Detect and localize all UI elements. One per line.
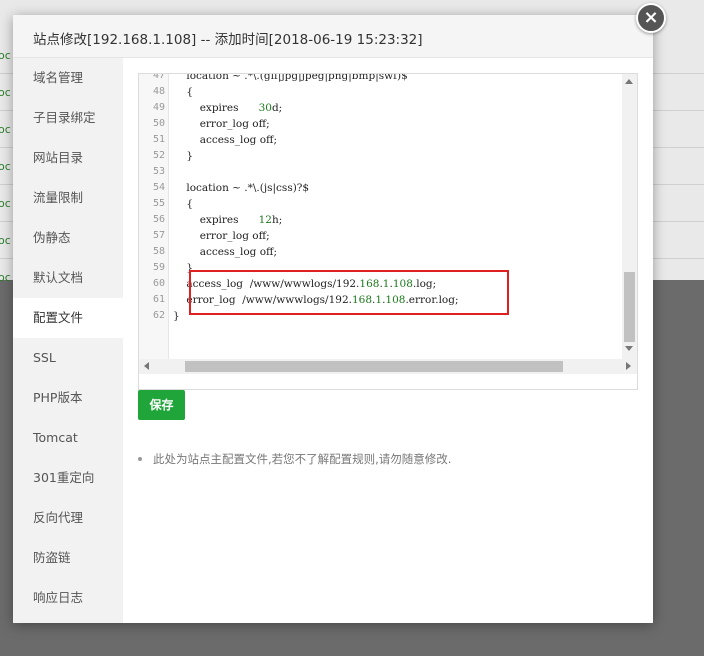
horizontal-scrollbar[interactable] xyxy=(139,359,637,374)
highlight-annotation-box xyxy=(189,270,509,315)
code-line: } xyxy=(173,150,194,162)
close-icon[interactable]: × xyxy=(636,3,666,33)
sidebar-item-default-doc[interactable]: 默认文档 xyxy=(13,258,123,298)
config-note: 此处为站点主配置文件,若您不了解配置规则,请勿随意修改. xyxy=(138,451,451,467)
scroll-up-arrow-icon[interactable] xyxy=(625,79,633,84)
vertical-scrollbar[interactable] xyxy=(622,74,637,359)
code-line: location ~ .*\.(js|css)?$ xyxy=(173,182,310,194)
sidebar-item-traffic-limit[interactable]: 流量限制 xyxy=(13,178,123,218)
sidebar-item-subdir-binding[interactable]: 子目录绑定 xyxy=(13,98,123,138)
sidebar-item-config-file[interactable]: 配置文件 xyxy=(13,298,123,338)
line-number: 60 xyxy=(152,278,165,289)
config-note-text: 此处为站点主配置文件,若您不了解配置规则,请勿随意修改. xyxy=(153,452,452,466)
sidebar-item-ssl[interactable]: SSL xyxy=(13,338,123,378)
sidebar-item-rewrite[interactable]: 伪静态 xyxy=(13,218,123,258)
modal-header: 站点修改[192.168.1.108] -- 添加时间[2018-06-19 1… xyxy=(13,15,653,58)
scroll-left-arrow-icon[interactable] xyxy=(144,362,149,370)
code-line: access_log off; xyxy=(173,134,278,146)
sidebar-item-tomcat[interactable]: Tomcat xyxy=(13,418,123,458)
line-number: 59 xyxy=(152,262,165,273)
sidebar-item-301-redirect[interactable]: 301重定向 xyxy=(13,458,123,498)
code-line: } xyxy=(173,310,180,322)
scroll-right-arrow-icon[interactable] xyxy=(626,362,631,370)
line-number: 61 xyxy=(152,294,165,305)
line-number: 62 xyxy=(152,310,165,321)
sidebar-item-site-directory[interactable]: 网站目录 xyxy=(13,138,123,178)
code-line: access_log off; xyxy=(173,246,278,258)
code-line: expires 12h; xyxy=(173,214,283,226)
code-line: { xyxy=(173,86,194,98)
save-button[interactable]: 保存 xyxy=(138,390,185,420)
bullet-icon xyxy=(138,456,142,461)
sidebar-item-reverse-proxy[interactable]: 反向代理 xyxy=(13,498,123,538)
line-number: 55 xyxy=(152,198,165,209)
code-line: { xyxy=(173,198,194,210)
sidebar-item-response-log[interactable]: 响应日志 xyxy=(13,578,123,618)
modal-sidebar: 域名管理 子目录绑定 网站目录 流量限制 伪静态 默认文档 配置文件 SSL P… xyxy=(13,58,123,623)
site-edit-modal: 站点修改[192.168.1.108] -- 添加时间[2018-06-19 1… xyxy=(13,15,653,623)
line-number: 57 xyxy=(152,230,165,241)
line-number: 58 xyxy=(152,246,165,257)
code-line: location ~ .*\.(gif|jpg|jpeg|png|bmp|swf… xyxy=(173,73,408,82)
horizontal-scroll-thumb[interactable] xyxy=(185,361,563,372)
line-number-gutter: 47 48 49 50 51 52 53 54 55 56 57 58 59 6… xyxy=(139,74,169,359)
sidebar-item-php-version[interactable]: PHP版本 xyxy=(13,378,123,418)
line-number: 48 xyxy=(152,86,165,97)
sidebar-item-hotlink-protection[interactable]: 防盗链 xyxy=(13,538,123,578)
code-line: expires 30d; xyxy=(173,102,283,114)
line-number: 50 xyxy=(152,118,165,129)
vertical-scroll-thumb[interactable] xyxy=(624,272,635,342)
line-number: 47 xyxy=(152,73,165,81)
line-number: 56 xyxy=(152,214,165,225)
line-number: 53 xyxy=(152,166,165,177)
line-number: 49 xyxy=(152,102,165,113)
line-number: 51 xyxy=(152,134,165,145)
config-editor[interactable]: 47 48 49 50 51 52 53 54 55 56 57 58 59 6… xyxy=(138,73,638,390)
sidebar-item-domain[interactable]: 域名管理 xyxy=(13,58,123,98)
line-number: 52 xyxy=(152,150,165,161)
line-number: 54 xyxy=(152,182,165,193)
scroll-down-arrow-icon[interactable] xyxy=(625,346,633,351)
code-line: error_log off; xyxy=(173,118,270,130)
code-line: error_log off; xyxy=(173,230,270,242)
modal-title: 站点修改[192.168.1.108] -- 添加时间[2018-06-19 1… xyxy=(33,32,423,48)
